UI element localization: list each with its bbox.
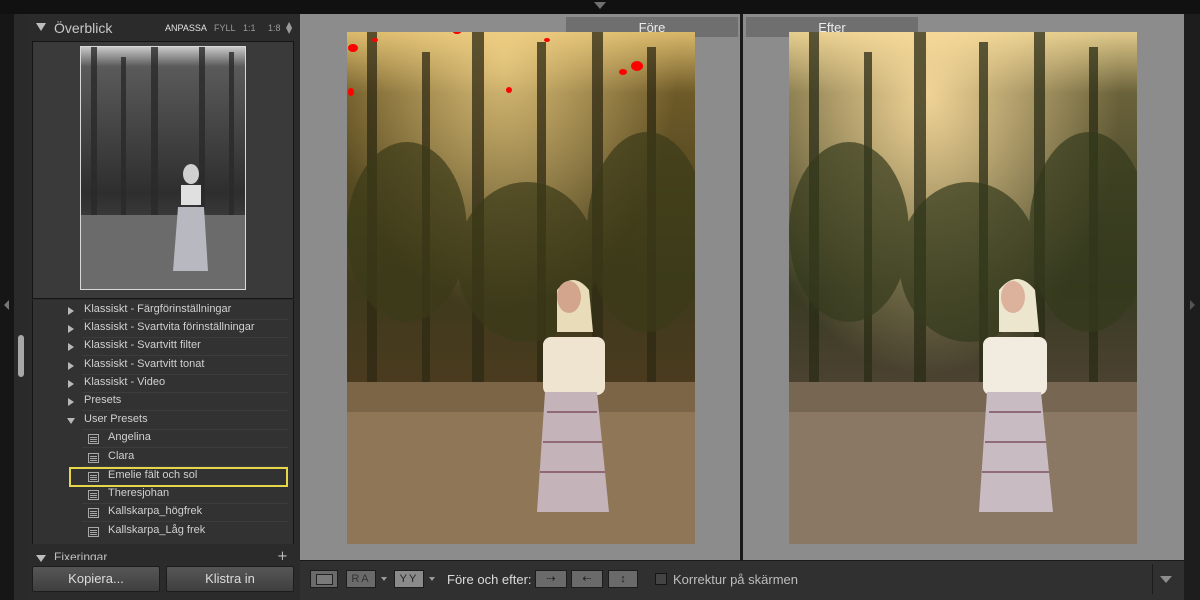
after-photo-image [789,32,1137,544]
collapse-triangle-icon[interactable] [67,418,75,424]
navigator-thumbnail[interactable] [80,46,246,290]
preset-label: Theresjohan [108,487,170,499]
expand-triangle-icon[interactable] [68,380,74,388]
navigator-title: Överblick [54,20,113,36]
arrow-left-icon: ⇠ [582,573,592,585]
dropdown-arrow-icon[interactable] [429,577,435,581]
preset-icon [88,434,99,444]
preset-folder-label: Klassiskt - Svartvita förinställningar [84,321,255,333]
preset-item[interactable]: Angelina [32,430,294,448]
swap-vertical-icon: ↕ [620,573,626,585]
preset-icon [88,490,99,500]
preset-label: Angelina [108,431,151,443]
loupe-view-button[interactable] [310,570,338,588]
zoom-1-1-option[interactable]: 1:1 [243,23,256,33]
collapse-triangle-icon[interactable] [36,555,46,562]
before-photo-image [347,32,695,544]
zoom-1-8-option[interactable]: 1:8 [268,23,281,33]
highlight-annotation-box [69,467,288,487]
zoom-fill-option[interactable]: FYLL [214,23,236,33]
before-after-view-button[interactable]: RA [346,570,376,588]
preset-icon [88,453,99,463]
preset-item[interactable]: Clara [32,449,294,467]
collapse-triangle-icon[interactable] [36,23,46,31]
paste-button[interactable]: Klistra in [166,566,294,592]
preset-item[interactable]: Kallskarpa_högfrek [32,504,294,522]
snapshots-title: Fixeringar [54,550,108,560]
preset-label: Kallskarpa_högfrek [108,505,203,517]
right-panel-toggle-icon[interactable] [1190,300,1195,310]
after-photo[interactable] [789,32,1137,544]
compare-divider [740,14,743,560]
preset-item[interactable]: Kallskarpa_Låg frek [32,523,294,541]
preset-folder[interactable]: Klassiskt - Färgförinställningar [32,302,294,320]
navigator-thumbnail-image [81,47,245,289]
expand-triangle-icon[interactable] [68,362,74,370]
preset-folder-label: User Presets [84,413,148,425]
arrow-right-icon: ⇢ [546,573,556,585]
preset-folder-label: Presets [84,394,122,406]
before-after-label: Före och efter: [447,572,532,587]
swap-before-after-button[interactable]: ↕ [608,570,638,588]
copy-before-to-after-button[interactable]: ⇢ [535,570,567,588]
preset-item[interactable]: Theresjohan [32,486,294,504]
preset-folder-label: Klassiskt - Svartvitt filter [84,339,201,351]
expand-triangle-icon[interactable] [68,307,74,315]
preset-folder-label: Klassiskt - Svartvitt tonat [84,358,205,370]
before-photo[interactable] [347,32,695,544]
preset-label: Kallskarpa_Låg frek [108,524,206,536]
dropdown-arrow-icon[interactable] [381,577,387,581]
preset-folder[interactable]: Klassiskt - Video [32,375,294,393]
preset-folder[interactable]: Presets [32,393,294,411]
toolbar-menu-icon[interactable] [1160,576,1172,583]
preset-icon [88,508,99,518]
expand-triangle-icon[interactable] [68,343,74,351]
left-panel-toggle-icon[interactable] [4,300,9,310]
preset-folder[interactable]: Klassiskt - Svartvitt filter [32,338,294,356]
toolbar-divider [1152,564,1153,594]
preset-folder-label: Klassiskt - Färgförinställningar [84,303,232,315]
zoom-fit-option[interactable]: ANPASSA [165,23,207,33]
preset-folder-label: Klassiskt - Video [84,376,166,388]
preset-folder[interactable]: User Presets [32,412,294,430]
copy-button[interactable]: Kopiera... [32,566,160,592]
side-by-side-view-button[interactable]: YY [394,570,424,588]
expand-triangle-icon[interactable] [68,325,74,333]
scrollbar-thumb[interactable] [18,335,24,377]
expand-triangle-icon[interactable] [68,398,74,406]
preset-icon [88,527,99,537]
preset-label: Clara [108,450,135,462]
copy-after-to-before-button[interactable]: ⇠ [571,570,603,588]
soft-proofing-label: Korrektur på skärmen [673,572,798,587]
zoom-stepper-icon[interactable]: ▲ ▼ [286,21,292,35]
soft-proofing-checkbox[interactable] [655,573,667,585]
preset-folder[interactable]: Klassiskt - Svartvitt tonat [32,357,294,375]
scrollbar-track[interactable] [14,14,26,600]
top-panel-toggle-icon[interactable] [594,2,606,9]
preset-folder[interactable]: Klassiskt - Svartvita förinställningar [32,320,294,338]
